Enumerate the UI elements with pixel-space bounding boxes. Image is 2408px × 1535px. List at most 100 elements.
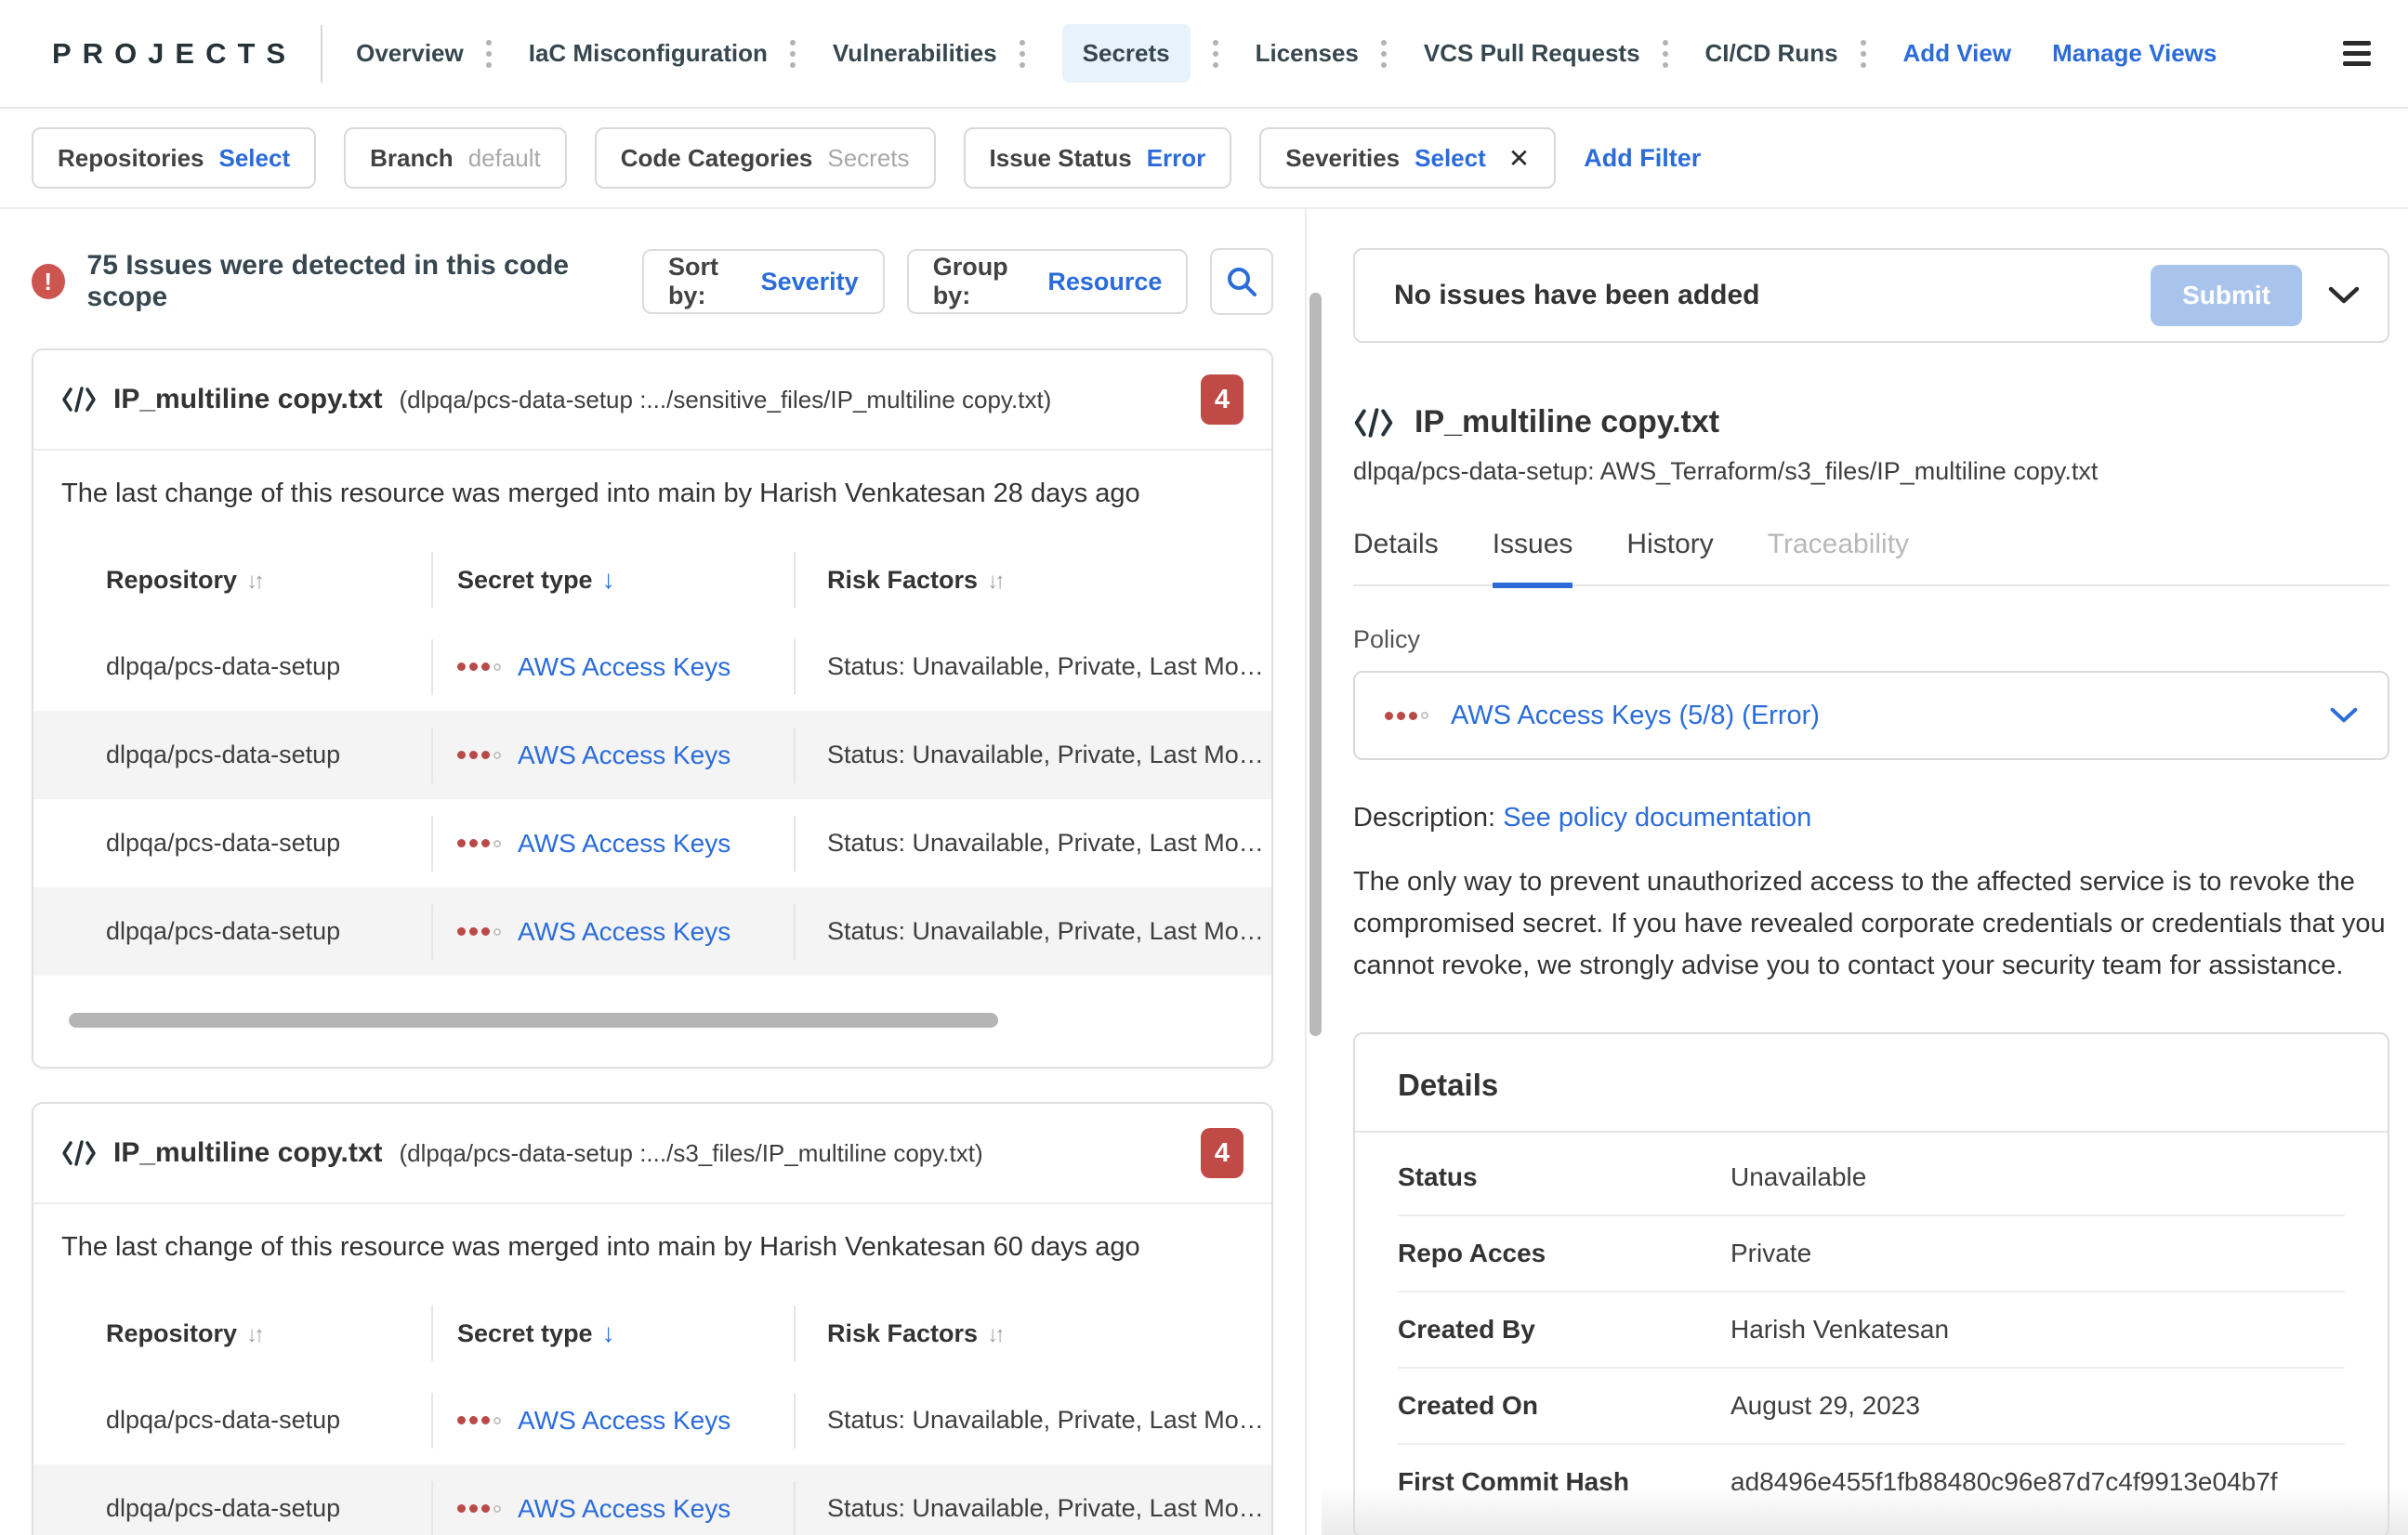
issue-row[interactable]: dlpqa/pcs-data-setup AWS Access Keys Sta… <box>33 1464 1271 1535</box>
sort-icon[interactable] <box>987 566 1002 595</box>
tab-details[interactable]: Details <box>1353 529 1439 584</box>
kebab-menu-icon[interactable] <box>1659 36 1672 72</box>
sort-icon[interactable] <box>987 1319 1002 1348</box>
issues-summary-row: ! 75 Issues were detected in this code s… <box>32 248 1273 315</box>
issue-detail-panel: No issues have been added Submit IP_mult… <box>1322 209 2408 1535</box>
horizontal-scrollbar[interactable] <box>69 1013 998 1028</box>
add-view-link[interactable]: Add View <box>1903 39 2012 68</box>
secret-type-link[interactable]: AWS Access Keys <box>518 1406 730 1436</box>
issues-table: Repository Secret type Risk Factors dlpq… <box>33 537 1271 976</box>
nav-tab-secrets[interactable]: Secrets <box>1062 24 1222 83</box>
resource-card-header[interactable]: IP_multiline copy.txt (dlpqa/pcs-data-se… <box>33 1104 1271 1204</box>
chevron-down-icon <box>2330 707 2358 724</box>
filter-branch[interactable]: Branch default <box>344 127 567 189</box>
issue-row[interactable]: dlpqa/pcs-data-setup AWS Access Keys Sta… <box>33 799 1271 887</box>
detail-row-repo-access: Repo Acces Private <box>1398 1216 2345 1292</box>
clear-filter-icon[interactable] <box>1508 143 1530 174</box>
description-text: The only way to prevent unauthorized acc… <box>1353 861 2389 988</box>
selected-resource-title: IP_multiline copy.txt <box>1415 404 1719 440</box>
secret-dots-icon <box>457 663 501 671</box>
secret-type-link[interactable]: AWS Access Keys <box>518 829 730 859</box>
issues-table: Repository Secret type Risk Factors dlpq… <box>33 1291 1271 1535</box>
column-repository[interactable]: Repository <box>106 566 261 595</box>
top-navigation: PROJECTS Overview IaC Misconfiguration V… <box>0 0 2408 109</box>
secret-type-link[interactable]: AWS Access Keys <box>518 741 730 770</box>
filter-repositories[interactable]: Repositories Select <box>32 127 316 189</box>
search-button[interactable] <box>1210 248 1273 315</box>
secret-type-link[interactable]: AWS Access Keys <box>518 917 730 947</box>
risk-factors-text: Status: Unavailable, Private, Last Modif… <box>827 741 1271 769</box>
hamburger-menu-icon[interactable] <box>2343 41 2371 66</box>
kebab-menu-icon[interactable] <box>1016 36 1029 72</box>
nav-tab-iac-misconfiguration[interactable]: IaC Misconfiguration <box>529 36 799 72</box>
selected-resource-title-row: IP_multiline copy.txt <box>1353 404 2389 440</box>
risk-factors-text: Status: Unavailable, Private, Last Modif… <box>827 1494 1271 1523</box>
nav-tab-vulnerabilities[interactable]: Vulnerabilities <box>833 36 1029 72</box>
sort-by-selector[interactable]: Sort by: Severity <box>642 249 885 314</box>
column-secret-type[interactable]: Secret type <box>457 1319 615 1348</box>
resource-card-header[interactable]: IP_multiline copy.txt (dlpqa/pcs-data-se… <box>33 350 1271 451</box>
merge-note: The last change of this resource was mer… <box>33 451 1271 517</box>
secret-type-link[interactable]: AWS Access Keys <box>518 1494 730 1524</box>
issues-summary-text: 75 Issues were detected in this code sco… <box>87 250 620 313</box>
description-label: Description: <box>1353 803 1495 833</box>
sort-desc-icon[interactable] <box>602 1319 615 1348</box>
sort-icon[interactable] <box>246 1319 261 1348</box>
resource-path: (dlpqa/pcs-data-setup :.../sensitive_fil… <box>400 386 1052 414</box>
column-secret-type[interactable]: Secret type <box>457 565 615 595</box>
issue-row[interactable]: dlpqa/pcs-data-setup AWS Access Keys Sta… <box>33 711 1271 799</box>
risk-factors-text: Status: Unavailable, Private, Last Modif… <box>827 829 1271 858</box>
secret-dots-icon <box>457 927 501 936</box>
sort-icon[interactable] <box>246 566 261 595</box>
group-by-selector[interactable]: Group by: Resource <box>907 249 1189 314</box>
issue-count-badge: 4 <box>1201 374 1243 425</box>
kebab-menu-icon[interactable] <box>1377 36 1390 72</box>
kebab-menu-icon[interactable] <box>786 36 799 72</box>
policy-documentation-link[interactable]: See policy documentation <box>1503 803 1811 833</box>
nav-tab-licenses[interactable]: Licenses <box>1256 36 1390 72</box>
code-file-icon <box>61 1140 97 1166</box>
issues-list-panel: ! 75 Issues were detected in this code s… <box>0 209 1305 1535</box>
column-risk-factors[interactable]: Risk Factors <box>827 566 1002 595</box>
resource-title: IP_multiline copy.txt <box>113 1137 383 1169</box>
column-repository[interactable]: Repository <box>106 1319 261 1348</box>
issue-row[interactable]: dlpqa/pcs-data-setup AWS Access Keys Sta… <box>33 887 1271 976</box>
policy-label: Policy <box>1353 625 2389 654</box>
column-risk-factors[interactable]: Risk Factors <box>827 1319 1002 1348</box>
risk-factors-text: Status: Unavailable, Private, Last Modif… <box>827 917 1271 946</box>
sort-desc-icon[interactable] <box>602 565 615 595</box>
scroll-fade-overlay <box>1322 1485 2408 1535</box>
secret-dots-icon <box>457 1416 501 1424</box>
kebab-menu-icon[interactable] <box>482 36 495 72</box>
nav-tab-cicd-runs[interactable]: CI/CD Runs <box>1705 36 1870 72</box>
issue-row[interactable]: dlpqa/pcs-data-setup AWS Access Keys Sta… <box>33 623 1271 711</box>
detail-row-created-on: Created On August 29, 2023 <box>1398 1369 2345 1445</box>
kebab-menu-icon[interactable] <box>1209 36 1222 72</box>
detail-tabs: Details Issues History Traceability <box>1353 529 2389 586</box>
tab-history[interactable]: History <box>1626 529 1713 584</box>
add-filter-link[interactable]: Add Filter <box>1584 144 1701 173</box>
filter-issue-status[interactable]: Issue Status Error <box>964 127 1232 189</box>
submit-button[interactable]: Submit <box>2151 265 2302 326</box>
nav-tab-vcs-pull-requests[interactable]: VCS Pull Requests <box>1424 36 1672 72</box>
tab-issues[interactable]: Issues <box>1493 529 1573 588</box>
detail-row-status: Status Unavailable <box>1398 1140 2345 1216</box>
kebab-menu-icon[interactable] <box>1857 36 1870 72</box>
manage-views-link[interactable]: Manage Views <box>2052 39 2217 68</box>
added-issues-message: No issues have been added <box>1394 280 1759 311</box>
filter-severities[interactable]: Severities Select <box>1259 127 1556 189</box>
nav-tab-overview[interactable]: Overview <box>356 36 495 72</box>
secret-dots-icon <box>1385 712 1428 720</box>
policy-dropdown[interactable]: AWS Access Keys (5/8) (Error) <box>1353 671 2389 760</box>
vertical-scrollbar-thumb[interactable] <box>1309 293 1322 1036</box>
issue-row[interactable]: dlpqa/pcs-data-setup AWS Access Keys Sta… <box>33 1376 1271 1464</box>
brand-logo: PROJECTS <box>52 37 296 71</box>
issues-table-header: Repository Secret type Risk Factors <box>33 537 1271 623</box>
brand-divider <box>321 25 322 83</box>
vertical-scrollbar-track[interactable] <box>1305 209 1322 1535</box>
error-alert-icon: ! <box>32 264 65 299</box>
filter-code-categories[interactable]: Code Categories Secrets <box>595 127 936 189</box>
collapse-bar-button[interactable] <box>2328 286 2360 305</box>
description-line: Description: See policy documentation <box>1353 803 2389 833</box>
secret-type-link[interactable]: AWS Access Keys <box>518 652 730 682</box>
